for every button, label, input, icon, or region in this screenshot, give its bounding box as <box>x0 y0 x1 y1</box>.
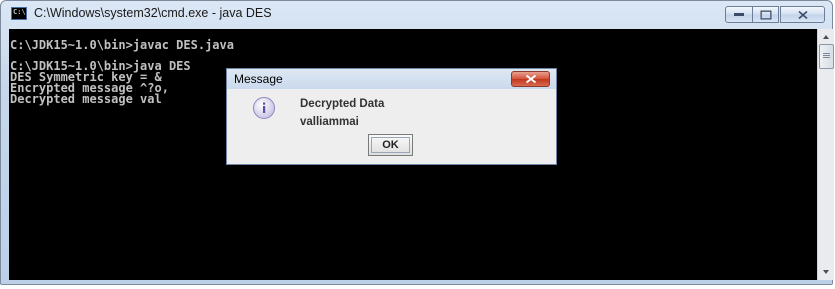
close-icon <box>525 74 536 84</box>
console-line: Decrypted message val <box>10 92 162 106</box>
minimize-icon <box>734 12 744 16</box>
message-dialog: Message Decrypted Data valliammai OK <box>226 68 557 165</box>
minimize-button[interactable] <box>725 6 753 23</box>
ok-button[interactable]: OK <box>368 134 413 156</box>
grip-line <box>823 53 830 54</box>
info-icon <box>253 97 275 119</box>
vertical-scrollbar[interactable] <box>817 29 834 280</box>
scroll-down-button[interactable] <box>818 264 834 280</box>
cmd-icon-text: C:\ <box>13 8 26 16</box>
dialog-close-button[interactable] <box>511 71 550 87</box>
ok-button-label: OK <box>371 137 410 153</box>
console-line: C:\JDK15~1.0\bin>javac DES.java <box>10 38 234 52</box>
arrow-down-icon <box>823 270 829 274</box>
cmd-icon[interactable]: C:\ <box>11 7 27 20</box>
close-button[interactable] <box>780 6 825 23</box>
dialog-body: Decrypted Data valliammai OK <box>227 89 556 164</box>
close-icon <box>797 10 808 19</box>
dialog-message-line-1: Decrypted Data <box>300 98 385 110</box>
maximize-button[interactable] <box>752 6 779 23</box>
grip-line <box>823 55 830 56</box>
arrow-up-icon <box>823 35 829 39</box>
dialog-title-bar[interactable]: Message <box>227 69 556 89</box>
scroll-up-button[interactable] <box>818 29 834 45</box>
scrollbar-thumb[interactable] <box>819 44 834 69</box>
window-title: C:\Windows\system32\cmd.exe - java DES <box>34 6 272 20</box>
grip-line <box>823 57 830 58</box>
dialog-title: Message <box>234 72 283 86</box>
title-bar[interactable]: C:\ C:\Windows\system32\cmd.exe - java D… <box>1 1 832 27</box>
dialog-message-line-2: valliammai <box>300 116 359 128</box>
maximize-icon <box>760 10 771 19</box>
